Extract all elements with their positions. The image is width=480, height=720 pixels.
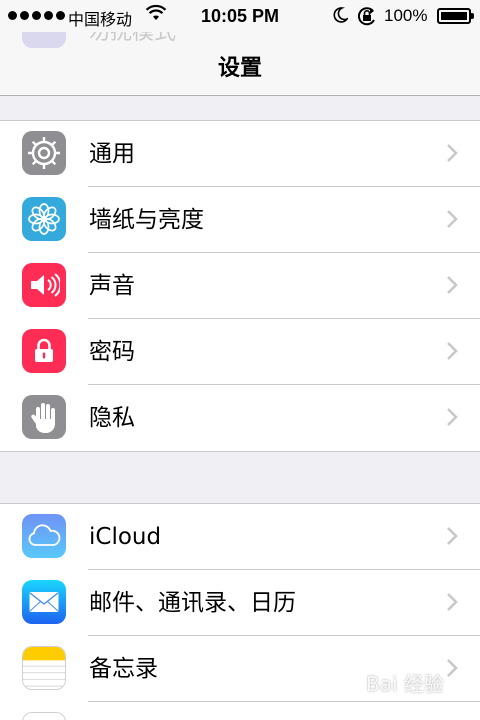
chevron-right-icon — [447, 342, 458, 360]
settings-row-mail-contacts-calendars[interactable]: 邮件、通讯录、日历 — [0, 570, 480, 636]
gear-icon — [22, 131, 66, 175]
chevron-right-icon — [447, 408, 458, 426]
flower-icon — [22, 197, 66, 241]
moon-icon — [22, 32, 66, 48]
chevron-right-icon — [447, 659, 458, 677]
hand-icon — [22, 395, 66, 439]
chevron-right-icon — [447, 276, 458, 294]
status-bar: 中国移动 10:05 PM 100% — [0, 0, 480, 32]
nav-bar: 勿扰模式 › 设置 — [0, 32, 480, 96]
rotation-lock-icon — [357, 7, 375, 26]
speaker-icon — [22, 263, 66, 307]
chevron-right-icon — [447, 210, 458, 228]
notes-icon — [22, 646, 66, 690]
cloud-icon — [22, 514, 66, 558]
mail-icon — [22, 580, 66, 624]
settings-row-label: 密码 — [89, 339, 135, 365]
chevron-right-icon — [447, 527, 458, 545]
settings-row-label: iCloud — [89, 524, 162, 550]
settings-row-general[interactable]: 通用 — [0, 121, 480, 187]
battery-percent: 100% — [384, 6, 428, 25]
settings-row-label: 邮件、通讯录、日历 — [89, 590, 296, 616]
settings-row-label: 通用 — [89, 141, 135, 167]
settings-row-privacy[interactable]: 隐私 — [0, 385, 480, 451]
chevron-right-icon — [447, 144, 458, 162]
settings-row-label: 隐私 — [89, 405, 135, 431]
settings-row-label: 备忘录 — [89, 656, 158, 682]
settings-row-label: 声音 — [89, 273, 135, 299]
watermark: Bai 经验 — [366, 672, 444, 696]
lock-icon — [22, 329, 66, 373]
battery-icon — [437, 8, 471, 24]
settings-row-icloud[interactable]: iCloud — [0, 504, 480, 570]
settings-row-passcode[interactable]: 密码 — [0, 319, 480, 385]
page-title: 设置 — [217, 56, 262, 81]
settings-row-label: 墙纸与亮度 — [89, 207, 204, 233]
reminders-icon — [22, 712, 66, 720]
settings-group-1: 通用 墙纸与亮度 声音 密码 隐私 — [0, 120, 480, 452]
settings-row-wallpaper-brightness[interactable]: 墙纸与亮度 — [0, 187, 480, 253]
battery-tip — [471, 13, 474, 19]
ghost-row-label: 勿扰模式 — [88, 32, 177, 45]
settings-row-partial[interactable] — [0, 702, 480, 720]
chevron-right-icon — [447, 593, 458, 611]
chevron-right-icon: › — [449, 32, 458, 39]
scrolled-row-do-not-disturb[interactable]: 勿扰模式 › — [0, 32, 480, 48]
settings-row-sounds[interactable]: 声音 — [0, 253, 480, 319]
moon-icon — [333, 7, 348, 23]
